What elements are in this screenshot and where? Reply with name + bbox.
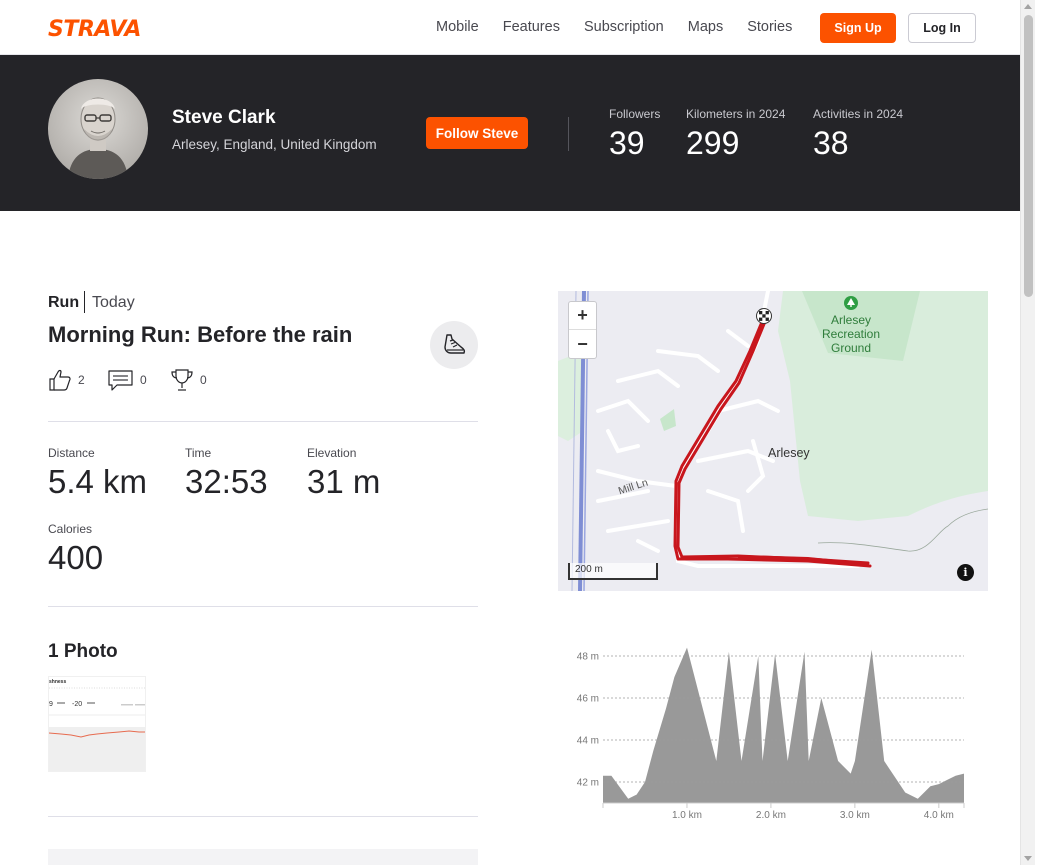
activities-value: 38 [813,125,849,161]
park-tree-icon [844,296,858,310]
x-tick-label: 2.0 km [756,810,786,821]
thumb-title: shness [49,679,66,685]
calories-value: 400 [48,539,104,576]
trophy-icon [171,369,193,391]
followers-value: 39 [609,125,645,161]
scrollbar-thumb[interactable] [1024,15,1033,297]
elevation-chart[interactable]: 42 m 44 m 46 m 48 m 1.0 km 2.0 km 3.0 km 4.0 km [558,625,988,835]
route-map[interactable]: Arlesey Recreation Ground Arlesey Mill L… [558,291,988,591]
log-in-button[interactable]: Log In [908,13,976,43]
kilometers-stat: Kilometers in 2024 299 [686,107,785,162]
comments-count: 0 [140,373,147,387]
activity-date: Today [92,294,135,311]
elevation-area [603,647,964,803]
time-stat: Time 32:53 [185,446,268,501]
nav-links: Mobile Features Subscription Maps Storie… [436,19,816,35]
elevation-stat: Elevation 31 m [307,446,380,501]
distance-label: Distance [48,446,95,460]
time-label: Time [185,446,212,460]
athlete-header: Steve Clark Arlesey, England, United Kin… [0,55,1035,211]
followers-label: Followers [609,107,661,121]
header-divider [568,117,569,151]
nav-link-maps[interactable]: Maps [688,19,723,35]
divider [48,816,478,817]
athlete-name[interactable]: Steve Clark [172,107,276,129]
town-label: Arlesey [768,446,810,460]
divider [48,606,478,607]
nav-link-mobile[interactable]: Mobile [436,19,479,35]
elevation-label: Elevation [307,446,357,460]
athlete-location: Arlesey, England, United Kingdom [172,137,377,152]
distance-stat: Distance 5.4 km [48,446,147,501]
kilometers-value: 299 [686,125,740,161]
running-shoe-icon [444,334,466,354]
kilometers-label: Kilometers in 2024 [686,107,786,121]
nav-link-stories[interactable]: Stories [747,19,792,35]
next-section-box [48,849,478,865]
y-tick-label: 46 m [577,694,599,705]
photo-thumbnail[interactable]: shness 9 -20 [48,676,146,772]
calories-stat: Calories 400 [48,522,103,577]
comment-icon [108,370,133,391]
y-tick-label: 48 m [577,652,599,663]
nav-link-features[interactable]: Features [503,19,560,35]
strava-logo[interactable]: STRAVA [48,17,141,42]
elevation-value: 31 m [307,463,381,500]
activity-type: Run [48,294,80,311]
avatar[interactable] [48,79,148,179]
achievements-count: 0 [200,373,207,387]
calories-label: Calories [48,522,93,536]
thumb-num-b: -20 [72,701,82,708]
y-tick-label: 44 m [577,736,599,747]
zoom-in-button[interactable]: + [569,302,596,330]
achievements-button[interactable]: 0 [170,368,207,392]
scrollbar[interactable] [1020,0,1035,865]
map-scale: 200 m [568,563,658,580]
scroll-down-arrow-icon[interactable] [1024,856,1032,861]
x-tick-label: 1.0 km [672,810,702,821]
divider [48,421,478,422]
x-tick-label: 3.0 km [840,810,870,821]
avatar-portrait-icon [68,97,128,179]
x-tick-label: 4.0 km [924,810,954,821]
elevation-chart-svg: 42 m 44 m 46 m 48 m 1.0 km 2.0 km 3.0 km 4.0 km [577,647,965,821]
distance-value: 5.4 km [48,463,148,500]
thumbs-up-icon [49,369,71,391]
kudos-button[interactable]: 2 [48,368,85,392]
thumb-num-a: 9 [49,701,53,708]
comments-button[interactable]: 0 [108,368,147,392]
activities-stat: Activities in 2024 38 [813,107,903,162]
activity-title: Morning Run: Before the rain [48,322,353,347]
page: STRAVA Mobile Features Subscription Maps… [0,0,1035,865]
activities-label: Activities in 2024 [813,107,904,121]
follow-button[interactable]: Follow Steve [426,117,528,149]
time-value: 32:53 [185,463,268,500]
top-nav: STRAVA Mobile Features Subscription Maps… [0,0,1035,55]
shoe-button[interactable] [430,321,478,369]
zoom-control: + − [568,301,597,359]
finish-flag-icon [756,308,772,324]
activity-type-separator [84,291,85,313]
photo-thumbnail-image: shness 9 -20 [49,679,145,771]
photos-heading: 1 Photo [48,641,118,662]
kudos-count: 2 [78,373,85,387]
map-canvas [558,291,988,591]
scroll-up-arrow-icon[interactable] [1024,4,1032,9]
sign-up-button[interactable]: Sign Up [820,13,896,43]
zoom-out-button[interactable]: − [569,330,596,358]
info-icon[interactable]: i [957,564,974,581]
y-tick-label: 42 m [577,778,599,789]
park-label: Arlesey Recreation Ground [821,313,881,355]
followers-stat: Followers 39 [609,107,660,162]
nav-link-subscription[interactable]: Subscription [584,19,664,35]
